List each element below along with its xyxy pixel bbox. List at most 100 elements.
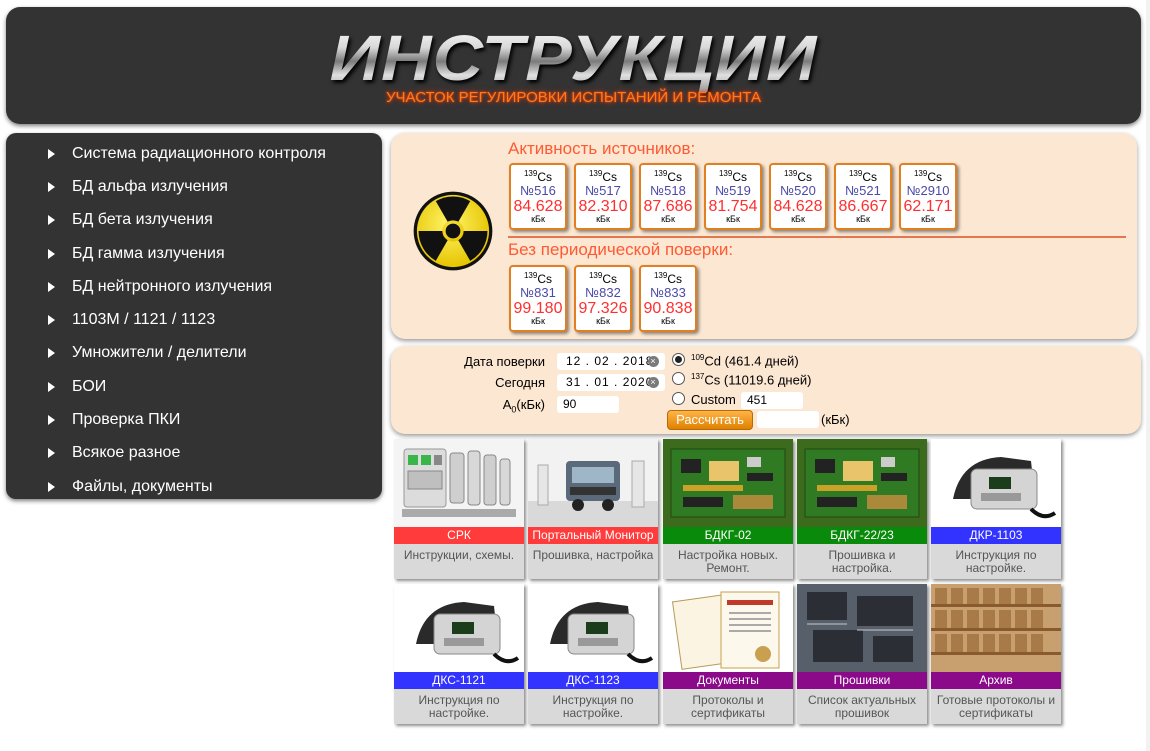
sidebar-item-rad-control[interactable]: Система радиационного контроля: [6, 137, 382, 170]
isotope: 139Cs: [511, 168, 565, 183]
verify-date-label: Дата поверки: [464, 354, 545, 369]
tile-label: Портальный Монитор: [528, 527, 658, 544]
source-card[interactable]: 139Cs №520 84.628 кБк: [769, 163, 827, 230]
unverified-source-list: 139Cs №831 99.180 кБк 139Cs №832 97.326 кБк 139C…: [509, 265, 697, 332]
sidebar-item-misc[interactable]: Всякое разное: [6, 437, 382, 470]
verify-date-value: 12 . 02 . 2018: [566, 354, 654, 368]
radio-cd109[interactable]: [672, 353, 685, 366]
tile-10[interactable]: Архив Готовые протоколы и сертификаты: [931, 584, 1061, 724]
sidebar-item-multipliers[interactable]: Умножители / делители: [6, 337, 382, 370]
source-number: №832: [585, 285, 621, 300]
radio-cd109-label: 109Cd (461.4 дней): [691, 353, 799, 368]
tile-description: Прошивка и настройка.: [797, 544, 927, 579]
verify-date-input[interactable]: 12 . 02 . 2018 ×: [557, 353, 665, 370]
isotope: 139Cs: [641, 168, 695, 183]
source-unit: кБк: [856, 214, 870, 224]
radiation-icon: [413, 191, 493, 271]
tile-4[interactable]: БДКГ-22/23 Прошивка и настройка.: [797, 439, 927, 579]
source-number: №518: [650, 183, 686, 198]
triangle-right-icon: [48, 381, 55, 392]
a0-input[interactable]: [557, 396, 619, 413]
tile-9[interactable]: Прошивки Список актуальных прошивок: [797, 584, 927, 724]
tile-description: Инструкция по настройке.: [394, 689, 524, 724]
source-card[interactable]: 139Cs №2910 62.171 кБк: [899, 163, 957, 230]
tile-3[interactable]: БДКГ-02 Настройка новых. Ремонт.: [663, 439, 793, 579]
isotope-mass: 109: [691, 353, 705, 362]
isotope-element: Cs: [602, 170, 618, 184]
tile-label: БДКГ-22/23: [797, 527, 927, 544]
source-card[interactable]: 139Cs №831 99.180 кБк: [509, 265, 567, 332]
tile-2[interactable]: Портальный Монитор Прошивка, настройка: [528, 439, 658, 579]
sidebar-item-label: Файлы, документы: [72, 477, 213, 495]
source-activity: 84.628: [773, 198, 823, 215]
source-activity-panel: Активность источников: 139Cs №516 84.628 кБ…: [391, 133, 1137, 339]
source-card[interactable]: 139Cs №519 81.754 кБк: [704, 163, 762, 230]
source-activity: 97.326: [578, 300, 628, 317]
tile-label: ДКР-1103: [931, 527, 1061, 544]
source-number: №831: [520, 285, 556, 300]
custom-halflife-input[interactable]: [741, 392, 803, 409]
isotope-mass: 139: [653, 169, 668, 178]
source-card[interactable]: 139Cs №518 87.686 кБк: [639, 163, 697, 230]
sidebar-item-pki[interactable]: Проверка ПКИ: [6, 403, 382, 436]
sidebar-item-gamma[interactable]: БД гамма излучения: [6, 237, 382, 270]
source-card[interactable]: 139Cs №833 90.838 кБк: [639, 265, 697, 332]
a0-label: A0(кБк): [395, 397, 545, 415]
isotope-element: Cs: [667, 170, 683, 184]
source-number: №521: [845, 183, 881, 198]
triangle-right-icon: [48, 315, 55, 326]
source-unit: кБк: [921, 214, 935, 224]
source-card[interactable]: 139Cs №516 84.628 кБк: [509, 163, 567, 230]
isotope-mass: 139: [783, 169, 798, 178]
source-card[interactable]: 139Cs №521 86.667 кБк: [834, 163, 892, 230]
isotope: 139Cs: [641, 270, 695, 285]
tile-1[interactable]: СРК Инструкции, схемы.: [394, 439, 524, 579]
sidebar-item-label: БОИ: [72, 377, 107, 395]
today-date-input[interactable]: 31 . 01 . 2020 ×: [557, 374, 665, 391]
unverified-title: Без периодической поверки:: [508, 240, 734, 259]
tile-8[interactable]: Документы Протоколы и сертификаты: [663, 584, 793, 724]
triangle-right-icon: [48, 281, 55, 292]
scrollbar[interactable]: [1146, 0, 1150, 751]
tile-5[interactable]: ДКР-1103 Инструкция по настройке.: [931, 439, 1061, 579]
dosimeter-image: [528, 584, 658, 672]
activity-title: Активность источников:: [508, 139, 696, 158]
source-number: №517: [585, 183, 621, 198]
radio-cs137-label: 137Cs (11019.6 дней): [691, 372, 811, 387]
tile-label: ДКС-1121: [394, 672, 524, 689]
sidebar-item-label: БД нейтронного излучения: [72, 277, 273, 295]
tile-description: Список актуальных прошивок: [797, 689, 927, 724]
source-unit: кБк: [661, 214, 675, 224]
source-card[interactable]: 139Cs №832 97.326 кБк: [574, 265, 632, 332]
triangle-right-icon: [48, 148, 55, 159]
sidebar-item-beta[interactable]: БД бета излучения: [6, 204, 382, 237]
sidebar-item-1103m[interactable]: 1103М / 1121 / 1123: [6, 303, 382, 336]
tile-label: Прошивки: [797, 672, 927, 689]
calculate-button[interactable]: Рассчитать: [667, 410, 753, 430]
radio-custom[interactable]: [672, 392, 685, 405]
radio-cs137[interactable]: [672, 372, 685, 385]
source-card[interactable]: 139Cs №517 82.310 кБк: [574, 163, 632, 230]
sidebar-item-files[interactable]: Файлы, документы: [6, 470, 382, 503]
clear-icon[interactable]: ×: [648, 377, 659, 388]
source-unit: кБк: [791, 214, 805, 224]
triangle-right-icon: [48, 448, 55, 459]
tile-6[interactable]: ДКС-1121 Инструкция по настройке.: [394, 584, 524, 724]
result-output[interactable]: [757, 411, 819, 428]
isotope-mass: 139: [523, 271, 538, 280]
sidebar-item-neutron[interactable]: БД нейтронного излучения: [6, 270, 382, 303]
logo-title: ИНСТРУКЦИИ: [6, 24, 1141, 92]
triangle-right-icon: [48, 215, 55, 226]
clear-icon[interactable]: ×: [648, 356, 659, 367]
source-number: №2910: [906, 183, 950, 198]
source-number: №516: [520, 183, 556, 198]
tile-7[interactable]: ДКС-1123 Инструкция по настройке.: [528, 584, 658, 724]
sidebar-item-alpha[interactable]: БД альфа излучения: [6, 170, 382, 203]
source-number: №520: [780, 183, 816, 198]
tile-label: Документы: [663, 672, 793, 689]
source-number: №833: [650, 285, 686, 300]
tile-label: ДКС-1123: [528, 672, 658, 689]
sidebar-item-label: Проверка ПКИ: [72, 411, 181, 429]
isotope: 139Cs: [901, 168, 955, 183]
sidebar-item-boi[interactable]: БОИ: [6, 370, 382, 403]
